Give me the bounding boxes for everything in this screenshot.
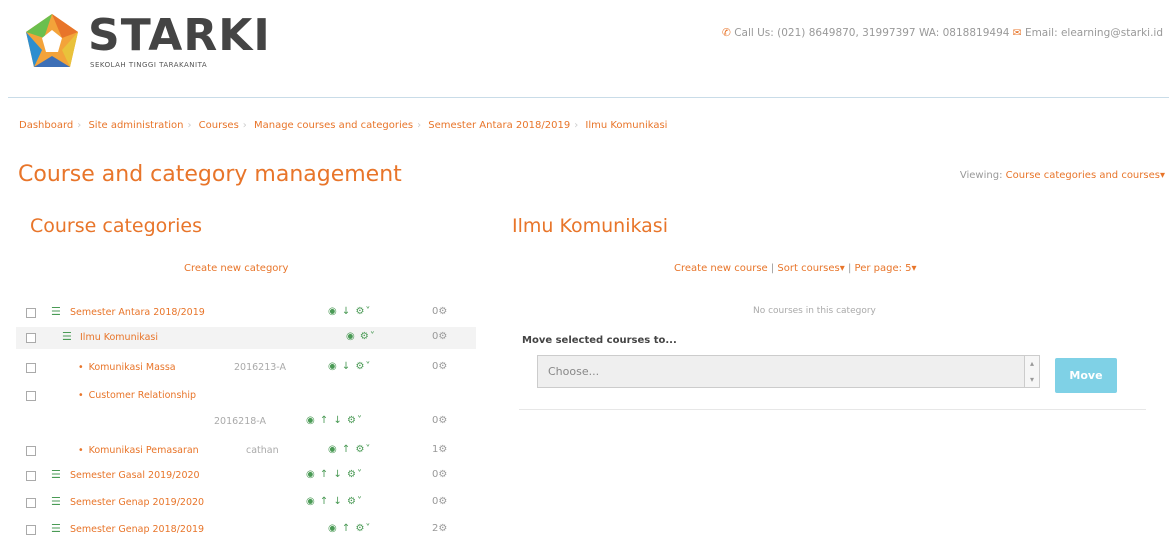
categories-heading: Course categories <box>30 215 202 237</box>
category-label[interactable]: Semester Antara 2018/2019 <box>70 307 205 318</box>
category-label[interactable]: • Customer Relationship <box>78 390 196 401</box>
category-row[interactable]: 2016218-A ◉ ↑ ↓ ⚙˅ 0⚙ <box>16 411 476 433</box>
category-row[interactable]: ☰ Semester Antara 2018/2019 ◉ ↓ ⚙˅ 0⚙ <box>16 302 476 324</box>
category-row[interactable]: • Komunikasi Pemasaran cathan ◉ ↑ ⚙˅ 1⚙ <box>16 440 476 462</box>
folder-icon: ☰ <box>51 495 61 508</box>
category-row[interactable]: • Customer Relationship <box>16 385 476 407</box>
folder-icon: ☰ <box>51 468 61 481</box>
create-category-link[interactable]: Create new category <box>184 263 288 274</box>
move-courses-label: Move selected courses to... <box>522 335 677 346</box>
category-row[interactable]: ☰ Semester Genap 2018/2019 ◉ ↑ ⚙˅ 2⚙ <box>16 519 476 541</box>
viewing-selector[interactable]: Viewing: Course categories and courses▾ <box>960 170 1165 181</box>
category-row[interactable]: ☰ Semester Gasal 2019/2020 ◉ ↑ ↓ ⚙˅ 0⚙ <box>16 465 476 487</box>
create-course-link[interactable]: Create new course <box>674 263 768 274</box>
call-text: Call Us: (021) 8649870, 31997397 WA: 081… <box>734 27 1010 39</box>
category-idnumber: 2016213-A <box>234 362 287 373</box>
viewing-label: Viewing: <box>959 170 1003 181</box>
starki-logo <box>26 14 78 67</box>
category-count: 0⚙ <box>432 469 448 480</box>
breadcrumb-manage[interactable]: Manage courses and categories <box>254 120 413 131</box>
category-count: 2⚙ <box>432 523 448 534</box>
brand-subtitle: SEKOLAH TINGGI TARAKANITA <box>90 61 208 69</box>
row-checkbox[interactable] <box>26 446 36 456</box>
category-label[interactable]: Ilmu Komunikasi <box>80 332 158 343</box>
category-actions[interactable]: ◉ ↑ ↓ ⚙˅ <box>306 496 363 507</box>
mail-icon: ✉ <box>1012 27 1022 39</box>
category-count: 0⚙ <box>432 415 448 426</box>
row-checkbox[interactable] <box>26 363 36 373</box>
category-idnumber: cathan <box>246 445 279 456</box>
breadcrumb-current[interactable]: Ilmu Komunikasi <box>585 120 667 131</box>
per-page-link[interactable]: Per page: 5▾ <box>855 263 917 274</box>
breadcrumb-courses[interactable]: Courses <box>199 120 239 131</box>
category-count: 0⚙ <box>432 306 448 317</box>
category-row[interactable]: ☰ Semester Genap 2019/2020 ◉ ↑ ↓ ⚙˅ 0⚙ <box>16 492 476 514</box>
breadcrumb-site-admin[interactable]: Site administration <box>88 120 183 131</box>
folder-icon: ☰ <box>62 330 72 343</box>
move-button[interactable]: Move <box>1055 358 1117 393</box>
category-actions[interactable]: ◉ ⚙˅ <box>346 331 376 342</box>
phone-icon: ✆ <box>722 27 731 39</box>
category-label[interactable]: Semester Gasal 2019/2020 <box>70 470 200 481</box>
category-count: 0⚙ <box>432 361 448 372</box>
row-checkbox[interactable] <box>26 471 36 481</box>
dropdown-caret-icon: ▾ <box>1159 170 1165 181</box>
category-actions[interactable]: ◉ ↓ ⚙˅ <box>328 361 371 372</box>
category-label[interactable]: Semester Genap 2018/2019 <box>70 524 204 535</box>
category-row[interactable]: • Komunikasi Massa 2016213-A ◉ ↓ ⚙˅ 0⚙ <box>16 357 476 379</box>
brand-name: STARKI <box>88 10 271 61</box>
viewing-value[interactable]: Course categories and courses <box>1006 170 1160 181</box>
courses-heading: Ilmu Komunikasi <box>512 215 668 237</box>
header-divider <box>8 97 1169 98</box>
bullet-icon: • <box>78 390 84 401</box>
bullet-icon: • <box>78 445 84 456</box>
select-arrows-icon[interactable]: ▴ ▾ <box>1024 355 1040 388</box>
row-checkbox[interactable] <box>26 333 36 343</box>
row-checkbox[interactable] <box>26 308 36 318</box>
category-label[interactable]: • Komunikasi Pemasaran <box>78 445 199 456</box>
row-checkbox[interactable] <box>26 498 36 508</box>
course-links: Create new course | Sort courses▾ | Per … <box>674 263 917 274</box>
category-label[interactable]: Semester Genap 2019/2020 <box>70 497 204 508</box>
category-idnumber: 2016218-A <box>214 416 267 427</box>
breadcrumb-semester[interactable]: Semester Antara 2018/2019 <box>428 120 570 131</box>
row-checkbox[interactable] <box>26 525 36 535</box>
folder-icon: ☰ <box>51 522 61 535</box>
no-courses-message: No courses in this category <box>753 306 876 316</box>
category-row[interactable]: ☰ Ilmu Komunikasi ◉ ⚙˅ 0⚙ <box>16 327 476 349</box>
breadcrumb: Dashboard › Site administration › Courses ›… <box>19 120 668 131</box>
category-actions[interactable]: ◉ ↓ ⚙˅ <box>328 306 371 317</box>
page-title: Course and category management <box>18 162 402 187</box>
category-count: 1⚙ <box>432 444 448 455</box>
move-category-select[interactable]: Choose... <box>537 355 1027 388</box>
category-count: 0⚙ <box>432 331 448 342</box>
breadcrumb-dashboard[interactable]: Dashboard <box>19 120 73 131</box>
row-checkbox[interactable] <box>26 391 36 401</box>
category-actions[interactable]: ◉ ↑ ↓ ⚙˅ <box>306 415 363 426</box>
category-actions[interactable]: ◉ ↑ ↓ ⚙˅ <box>306 469 363 480</box>
category-actions[interactable]: ◉ ↑ ⚙˅ <box>328 523 371 534</box>
email-link[interactable]: Email: elearning@starki.id <box>1025 27 1163 39</box>
sort-courses-link[interactable]: Sort courses▾ <box>777 263 844 274</box>
folder-icon: ☰ <box>51 305 61 318</box>
contact-info: ✆ Call Us: (021) 8649870, 31997397 WA: 0… <box>722 27 1163 39</box>
category-count: 0⚙ <box>432 496 448 507</box>
category-label[interactable]: • Komunikasi Massa <box>78 362 176 373</box>
category-actions[interactable]: ◉ ↑ ⚙˅ <box>328 444 371 455</box>
bullet-icon: • <box>78 362 84 373</box>
